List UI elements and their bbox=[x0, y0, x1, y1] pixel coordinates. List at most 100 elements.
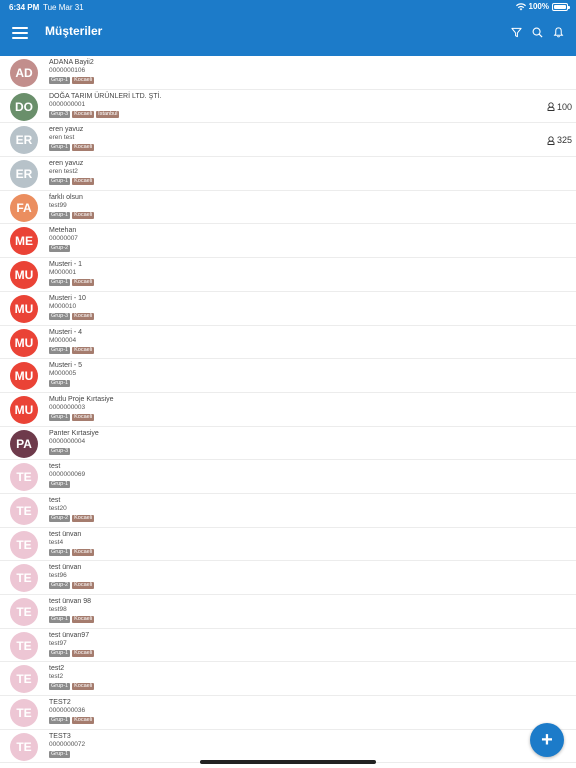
customer-name: Musteri - 5 bbox=[49, 362, 83, 370]
customer-code: 0000000069 bbox=[49, 471, 86, 479]
customer-row[interactable]: TE test test20 Grup-2 Kocaeli bbox=[0, 494, 576, 528]
filter-icon[interactable] bbox=[511, 27, 522, 38]
customer-row[interactable]: MU Musteri - 1 M000001 Grup-1 Kocaeli bbox=[0, 258, 576, 292]
user-badge-icon bbox=[547, 102, 555, 112]
avatar: ER bbox=[10, 160, 38, 189]
customer-tags: Grup-1 Kocaeli bbox=[49, 346, 95, 354]
customer-row[interactable]: TE test ünvan 98 test98 Grup-1 Kocaeli bbox=[0, 595, 576, 629]
customer-row[interactable]: MU Mutlu Proje Kırtasiye 0000000003 Grup-1 K… bbox=[0, 393, 576, 427]
nav-bar: Müşteriler bbox=[0, 16, 576, 54]
customer-row[interactable]: TE test ünvan97 test97 Grup-1 Kocaeli bbox=[0, 629, 576, 663]
customer-tag: Grup-3 bbox=[49, 447, 71, 455]
customer-name: test ünvan97 bbox=[49, 631, 90, 639]
customer-tag: Grup-1 bbox=[49, 413, 71, 421]
customer-tag: Kocaeli bbox=[72, 279, 95, 287]
home-indicator bbox=[200, 760, 376, 764]
customer-tag: Grup-3 bbox=[49, 110, 71, 118]
customer-info: Metehan 00000007 Grup-2 bbox=[49, 227, 78, 253]
customer-code: eren test2 bbox=[49, 168, 78, 176]
customer-code: test99 bbox=[49, 201, 67, 209]
avatar: TE bbox=[10, 665, 38, 694]
user-badge-icon bbox=[547, 136, 555, 145]
customer-info: test ünvan97 test97 Grup-1 Kocaeli bbox=[49, 631, 95, 657]
customer-tags: Grup-1 Kocaeli bbox=[49, 548, 95, 556]
wifi-icon bbox=[515, 2, 526, 10]
customer-tags: Grup-1 Kocaeli bbox=[49, 413, 114, 421]
customer-code: test97 bbox=[49, 639, 67, 647]
status-date: Tue Mar 31 bbox=[43, 3, 84, 12]
customer-badge: 100 bbox=[547, 102, 572, 112]
customer-name: ADANA Bayii2 bbox=[49, 59, 94, 66]
customer-tag: Kocaeli bbox=[72, 616, 95, 623]
customer-tags: Grup-3 Kocaeli bbox=[49, 312, 95, 320]
customer-tag: Grup-1 bbox=[49, 649, 71, 657]
customer-row[interactable]: AD ADANA Bayii2 0000000106 Grup-1 Kocaeli bbox=[0, 56, 576, 90]
customer-info: test2 test2 Grup-1 Kocaeli bbox=[49, 665, 95, 691]
customer-row[interactable]: TE test ünvan test4 Grup-1 Kocaeli bbox=[0, 528, 576, 562]
customer-row[interactable]: PA Panter Kırtasiye 0000000004 Grup-3 bbox=[0, 427, 576, 461]
customer-name: Mutlu Proje Kırtasiye bbox=[49, 395, 114, 403]
customer-row[interactable]: MU Musteri - 4 M000004 Grup-1 Kocaeli bbox=[0, 326, 576, 360]
customer-info: Musteri - 1 M000001 Grup-1 Kocaeli bbox=[49, 261, 95, 287]
customer-row[interactable]: FA farklı olsun test99 Grup-1 Kocaeli bbox=[0, 191, 576, 225]
customer-info: farklı olsun test99 Grup-1 Kocaeli bbox=[49, 193, 95, 219]
bell-icon[interactable] bbox=[553, 27, 564, 38]
customer-tag: Grup-1 bbox=[49, 380, 71, 388]
customer-tags: Grup-2 bbox=[49, 245, 78, 253]
customer-row[interactable]: TE test2 test2 Grup-1 Kocaeli bbox=[0, 662, 576, 697]
customer-tag: İstanbul bbox=[96, 110, 120, 118]
customer-code: 0000000004 bbox=[49, 437, 86, 445]
customer-info: Mutlu Proje Kırtasiye 0000000003 Grup-1 Koc… bbox=[49, 396, 114, 421]
customer-tags: Grup-1 Kocaeli bbox=[49, 616, 95, 623]
search-icon[interactable] bbox=[532, 27, 543, 38]
customer-name: test bbox=[49, 496, 61, 504]
customer-tag: Grup-1 bbox=[49, 346, 71, 354]
customer-row[interactable]: ER eren yavuz eren test2 Grup-1 Kocaeli bbox=[0, 157, 576, 191]
customer-info: test 0000000069 Grup-1 bbox=[49, 463, 86, 489]
customer-tag: Grup-1 bbox=[49, 178, 71, 186]
customer-row[interactable]: TE test 0000000069 Grup-1 bbox=[0, 460, 576, 494]
customer-code: test96 bbox=[49, 572, 67, 580]
customer-code: 0000000036 bbox=[49, 707, 86, 715]
customer-tags: Grup-1 Kocaeli bbox=[49, 211, 95, 219]
customer-row[interactable]: MU Musteri - 10 M000010 Grup-3 Kocaeli bbox=[0, 292, 576, 326]
customer-code: 0000000003 bbox=[49, 403, 86, 411]
battery-percent: 100% bbox=[528, 2, 549, 11]
customer-tag: Kocaeli bbox=[72, 312, 95, 320]
customer-info: ADANA Bayii2 0000000106 Grup-1 Kocaeli bbox=[49, 59, 95, 84]
hamburger-menu-icon[interactable] bbox=[12, 26, 28, 40]
customer-code: 00000007 bbox=[49, 235, 78, 243]
customer-list[interactable]: AD ADANA Bayii2 0000000106 Grup-1 Kocaeli DO D… bbox=[0, 56, 576, 768]
customer-tag: Kocaeli bbox=[72, 346, 95, 354]
customer-row[interactable]: DO DOĞA TARIM ÜRÜNLERİ LTD. ŞTİ. 000000000… bbox=[0, 90, 576, 124]
customer-tags: Grup-1 Kocaeli bbox=[49, 178, 95, 186]
customer-row[interactable]: ME Metehan 00000007 Grup-2 bbox=[0, 224, 576, 259]
customer-row[interactable]: TE test ünvan test96 Grup-2 Kocaeli bbox=[0, 561, 576, 595]
avatar: MU bbox=[10, 261, 38, 290]
customer-tags: Grup-3 bbox=[49, 447, 99, 455]
nav-actions bbox=[511, 27, 564, 38]
customer-name: Musteri - 10 bbox=[49, 294, 86, 302]
customer-code: 0000000072 bbox=[49, 740, 86, 748]
customer-name: eren yavuz bbox=[49, 160, 84, 168]
avatar: TE bbox=[10, 598, 38, 626]
customer-code: eren test bbox=[49, 134, 75, 142]
customer-name: farklı olsun bbox=[49, 193, 83, 201]
customer-name: Musteri - 4 bbox=[49, 328, 83, 336]
customer-row[interactable]: MU Musteri - 5 M000005 Grup-1 bbox=[0, 359, 576, 393]
customer-tag: Kocaeli bbox=[72, 211, 95, 219]
customer-row[interactable]: TE TEST2 0000000036 Grup-1 Kocaeli bbox=[0, 696, 576, 730]
avatar: TE bbox=[10, 496, 38, 525]
customer-info: TEST2 0000000036 Grup-1 Kocaeli bbox=[49, 699, 95, 725]
customer-row[interactable]: ER eren yavuz eren test Grup-1 Kocaeli 325 bbox=[0, 123, 576, 158]
customer-tags: Grup-1 Kocaeli bbox=[49, 77, 95, 84]
customer-tag: Kocaeli bbox=[72, 683, 95, 691]
customer-code: M000001 bbox=[49, 269, 77, 277]
customer-tag: Grup-1 bbox=[49, 616, 71, 623]
customer-tag: Grup-1 bbox=[49, 750, 71, 758]
add-customer-button[interactable]: + bbox=[530, 723, 564, 757]
customer-tag: Grup-2 bbox=[49, 514, 71, 522]
customer-name: test bbox=[49, 463, 61, 471]
customer-row[interactable]: TE TEST3 0000000072 Grup-1 bbox=[0, 730, 576, 764]
customer-badge-count: 100 bbox=[556, 101, 572, 112]
